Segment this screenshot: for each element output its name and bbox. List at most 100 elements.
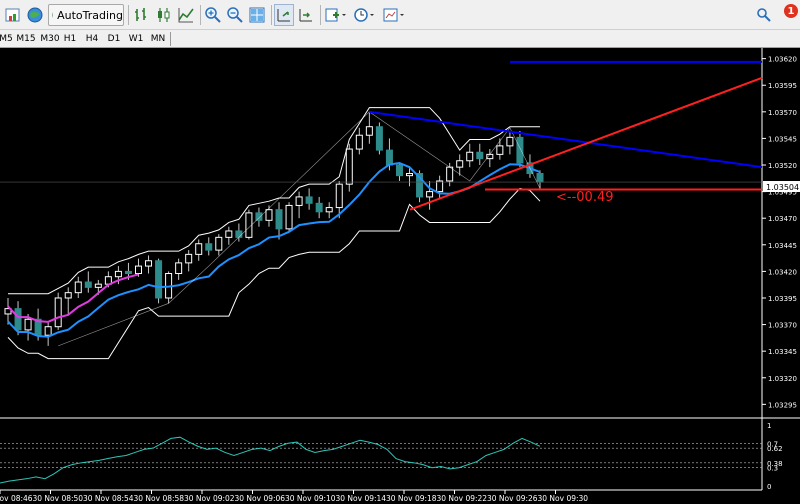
line-chart-icon <box>178 8 194 23</box>
search-button[interactable] <box>756 4 772 26</box>
price-chart[interactable]: 1.03620 1.03595 1.03570 1.03545 1.03520 1.034… <box>0 48 800 504</box>
candle-body <box>155 260 163 299</box>
toolbar-separator <box>320 5 321 25</box>
candle-body <box>175 262 183 275</box>
candlesticks-button[interactable] <box>154 4 174 26</box>
candle-body <box>436 180 444 193</box>
price-tick-label: 1.03420 <box>768 268 797 276</box>
candle-body <box>54 297 62 328</box>
timeframe-h4[interactable]: H4 <box>84 31 100 47</box>
candle-body <box>516 136 524 164</box>
periods-button[interactable] <box>352 4 378 26</box>
price-tick-label: 1.03370 <box>768 322 797 330</box>
oscillator-level-label: 0.62 <box>767 445 783 453</box>
candle-body <box>74 281 82 294</box>
candle-body <box>365 126 373 136</box>
time-tick-label: 30 Nov 09:22 <box>437 494 488 503</box>
candle-body <box>255 212 263 221</box>
price-tick-label: 1.03320 <box>768 375 797 383</box>
price-annotation: <--00.49 <box>556 190 614 205</box>
market-watch-button[interactable] <box>25 4 45 26</box>
templates-button[interactable] <box>381 4 407 26</box>
candle-body <box>134 265 142 275</box>
zoom-out-button[interactable] <box>225 4 245 26</box>
time-tick-label: 30 Nov 08:58 <box>134 494 185 503</box>
slow-moving-average-line <box>7 273 139 323</box>
timeframe-mn[interactable]: MN <box>148 31 168 47</box>
new-chart-icon <box>5 8 20 22</box>
oscillator-level-label: 0 <box>767 483 771 491</box>
chart-grid <box>0 48 800 491</box>
toolbar-separator <box>200 5 201 25</box>
timeframe-h1[interactable]: H1 <box>62 31 78 47</box>
current-price-label: 1.03504 <box>766 183 799 192</box>
globe-icon <box>27 7 43 23</box>
indicators-button[interactable] <box>323 4 349 26</box>
candle-body <box>235 230 243 238</box>
price-tick-label: 1.03595 <box>768 82 797 90</box>
chart-shift-button[interactable] <box>296 4 316 26</box>
candle-body <box>24 318 32 331</box>
candle-body <box>536 173 544 183</box>
candle-body <box>476 151 484 160</box>
candle-body <box>335 183 343 209</box>
bar-chart-icon <box>135 8 146 21</box>
tile-windows-icon <box>249 7 265 23</box>
time-tick-label: 30 Nov 08:46 <box>0 494 33 503</box>
candle-body <box>275 209 283 230</box>
time-axis: 30 Nov 08:4630 Nov 08:5030 Nov 08:5430 N… <box>0 490 588 503</box>
bar-chart-button[interactable] <box>132 4 152 26</box>
candle-body <box>345 148 353 185</box>
price-tick-label: 1.03295 <box>768 401 797 409</box>
price-tick-label: 1.03520 <box>768 162 797 170</box>
timeframe-m5[interactable]: M5 <box>0 31 13 47</box>
candle-body <box>466 151 474 162</box>
oscillator-window: 10.70.620.380.30 <box>0 422 783 491</box>
time-tick-label: 30 Nov 09:30 <box>538 494 589 503</box>
candle-body <box>486 153 494 160</box>
time-tick-label: 30 Nov 09:18 <box>386 494 437 503</box>
indicator-overlays <box>0 60 763 360</box>
candle-body <box>215 236 223 251</box>
candle-body <box>325 207 333 213</box>
candle-body <box>375 126 383 151</box>
price-tick-label: 1.03570 <box>768 109 797 117</box>
new-chart-button[interactable] <box>3 4 23 26</box>
time-tick-label: 30 Nov 09:14 <box>336 494 387 503</box>
candle-body <box>406 173 414 177</box>
zoom-in-icon <box>205 7 221 23</box>
timeframe-m15[interactable]: M15 <box>15 31 37 47</box>
price-tick-label: 1.03620 <box>768 56 797 64</box>
zoom-in-button[interactable] <box>203 4 223 26</box>
fast-moving-average-line <box>7 162 541 338</box>
price-tick-label: 1.03545 <box>768 135 797 143</box>
zigzag-line <box>58 111 541 347</box>
candle-body <box>265 209 273 221</box>
candle-body <box>285 204 293 230</box>
search-icon <box>757 8 771 22</box>
candle-body <box>496 145 504 155</box>
timeframe-d1[interactable]: D1 <box>106 31 122 47</box>
autoscroll-button[interactable] <box>274 4 294 26</box>
line-chart-button[interactable] <box>176 4 196 26</box>
tile-windows-button[interactable] <box>247 4 267 26</box>
toolbar-separator <box>170 32 171 46</box>
candle-body <box>185 253 193 264</box>
candle-body <box>145 260 153 267</box>
oscillator-level-label: 1 <box>767 422 771 430</box>
oscillator-line <box>0 436 541 484</box>
timeframe-w1[interactable]: W1 <box>128 31 144 47</box>
autotrading-button[interactable]: AutoTrading <box>48 4 124 26</box>
time-tick-label: 30 Nov 09:26 <box>487 494 538 503</box>
alert-badge[interactable]: 1 <box>784 4 798 18</box>
timeframe-m30[interactable]: M30 <box>39 31 61 47</box>
time-tick-label: 30 Nov 09:10 <box>285 494 336 503</box>
time-tick-label: 30 Nov 09:06 <box>235 494 286 503</box>
candle-body <box>64 292 72 299</box>
candle-body <box>225 230 233 238</box>
main-toolbar: AutoTrading 1 <box>0 0 800 30</box>
lower-envelope-line <box>7 187 541 360</box>
price-tick-label: 1.03470 <box>768 215 797 223</box>
candle-body <box>305 196 313 204</box>
candle-body <box>456 160 464 168</box>
